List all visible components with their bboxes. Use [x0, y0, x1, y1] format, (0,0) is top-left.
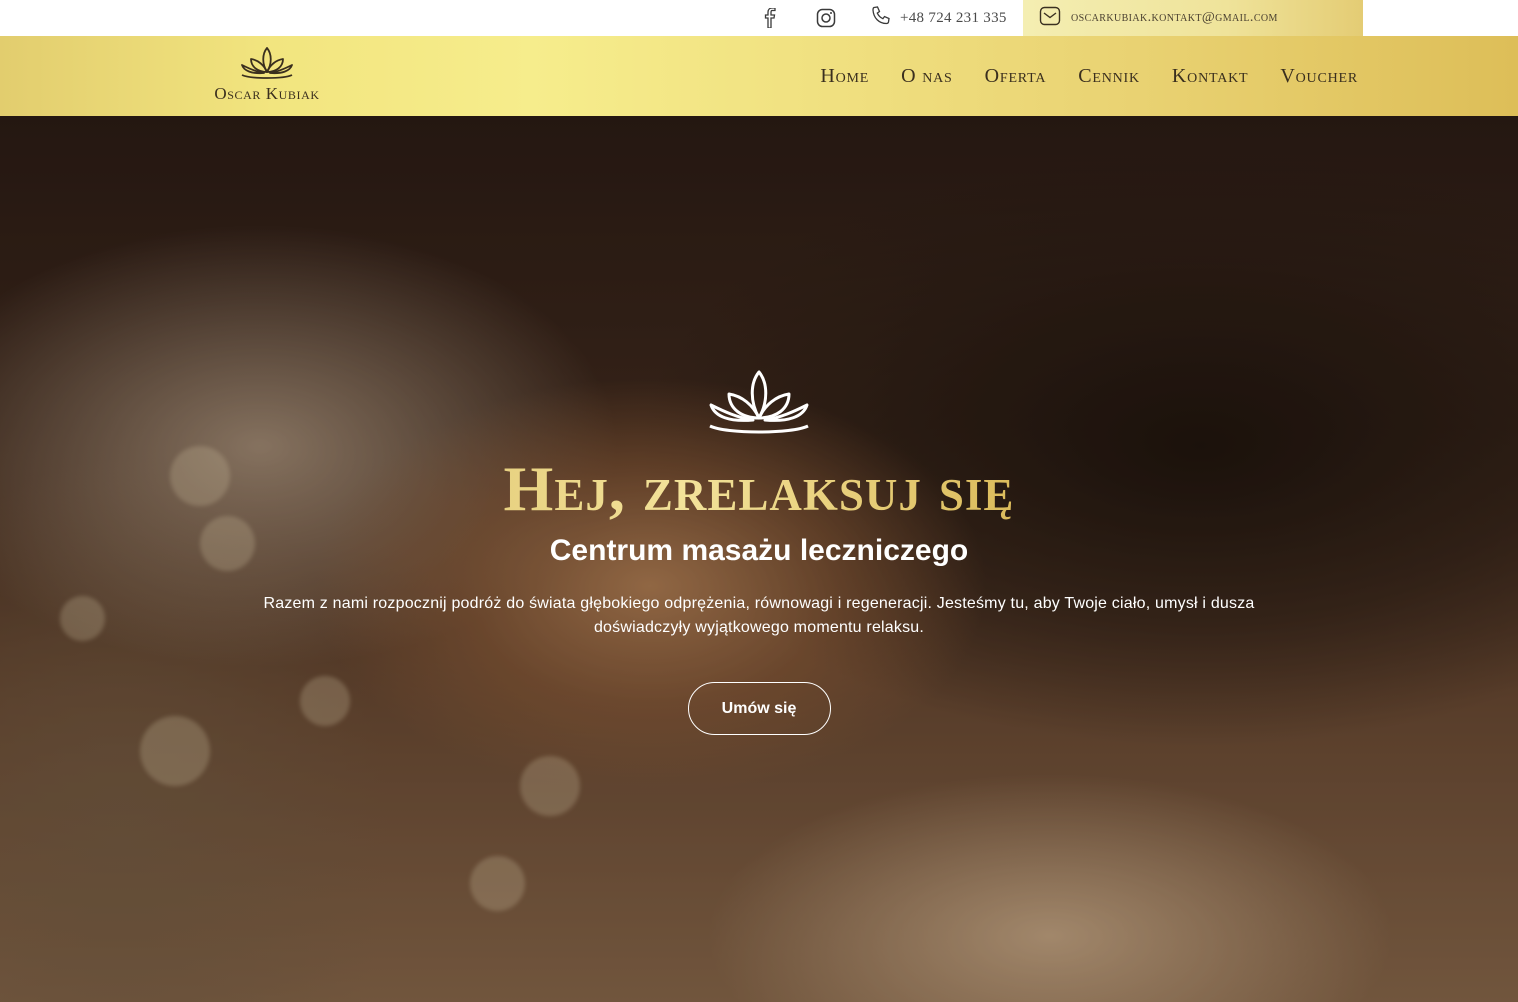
- hero-title: Hej, zrelaksuj się: [0, 452, 1518, 526]
- top-bar: +48 724 231 335 OSCARKUBIAK.KONTAKT@GMAI…: [0, 0, 1518, 36]
- mail-icon: [1039, 6, 1061, 31]
- lotus-icon: [0, 366, 1518, 438]
- nav-oferta[interactable]: Oferta: [985, 65, 1047, 88]
- main-menu: Home O nas Oferta Cennik Kontakt Voucher: [820, 36, 1358, 116]
- hero-section: Hej, zrelaksuj się Centrum masażu leczni…: [0, 116, 1518, 1002]
- instagram-icon[interactable]: [812, 4, 840, 32]
- hero-subtitle: Centrum masażu leczniczego: [549, 534, 969, 567]
- phone-icon: [870, 5, 892, 32]
- nav-home[interactable]: Home: [820, 65, 869, 88]
- nav-voucher[interactable]: Voucher: [1280, 65, 1358, 88]
- nav-o-nas[interactable]: O nas: [901, 65, 952, 88]
- phone-contact[interactable]: +48 724 231 335: [870, 0, 1007, 36]
- email-contact[interactable]: OSCARKUBIAK.KONTAKT@GMAIL.COM: [1023, 0, 1363, 36]
- main-navbar: Oscar Kubiak Home O nas Oferta Cennik Ko…: [0, 36, 1518, 116]
- phone-number[interactable]: +48 724 231 335: [900, 10, 1007, 27]
- brand-name: Oscar Kubiak: [214, 84, 320, 103]
- facebook-icon[interactable]: [756, 4, 784, 32]
- site-logo[interactable]: Oscar Kubiak: [205, 44, 329, 110]
- hero-content: Hej, zrelaksuj się Centrum masażu leczni…: [0, 366, 1518, 735]
- email-address[interactable]: OSCARKUBIAK.KONTAKT@GMAIL.COM: [1071, 10, 1278, 26]
- book-appointment-button[interactable]: Umów się: [687, 682, 831, 735]
- lotus-icon: [205, 44, 329, 82]
- hero-description: Razem z nami rozpocznij podróż do świata…: [263, 595, 1255, 636]
- nav-kontakt[interactable]: Kontakt: [1172, 65, 1248, 88]
- nav-cennik[interactable]: Cennik: [1078, 65, 1140, 88]
